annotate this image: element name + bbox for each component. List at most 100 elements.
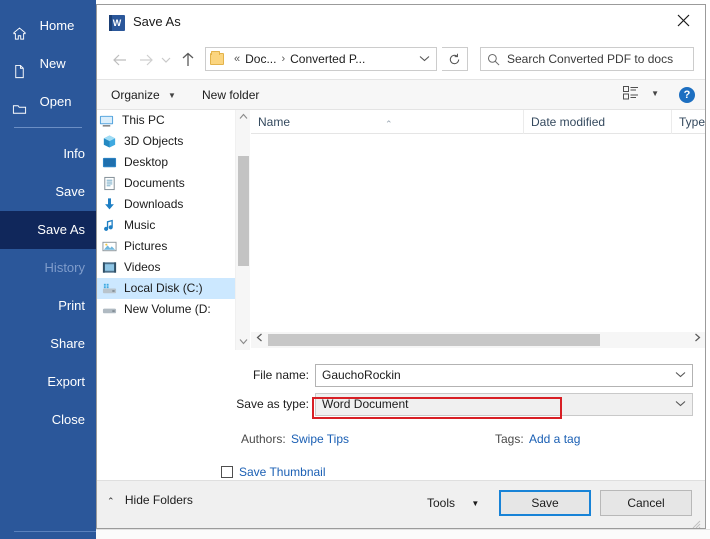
save-thumbnail-checkbox[interactable]	[221, 466, 233, 478]
close-button[interactable]	[661, 5, 705, 35]
nav-item-downloads[interactable]: Downloads	[97, 194, 235, 215]
chevron-down-icon	[161, 57, 171, 63]
column-header-type[interactable]: Type	[671, 110, 710, 134]
scroll-thumb[interactable]	[238, 156, 249, 266]
nav-item-this-pc[interactable]: This PC	[97, 110, 235, 131]
pictures-icon	[102, 239, 117, 254]
music-icon	[102, 218, 117, 233]
home-icon	[12, 18, 27, 40]
nav-item-local-disk-c[interactable]: Local Disk (C:)	[97, 278, 235, 299]
help-button[interactable]: ?	[679, 87, 695, 103]
breadcrumb-item-1[interactable]: Converted P...	[290, 52, 365, 66]
chevron-down-icon[interactable]	[675, 394, 686, 415]
save-as-type-label: Save as type:	[236, 397, 309, 411]
nav-item-3d-objects[interactable]: 3D Objects	[97, 131, 235, 152]
downloads-icon	[102, 197, 117, 212]
dialog-toolbar: Organize ▼ New folder ▼ ?	[97, 79, 705, 110]
back-button[interactable]	[109, 49, 131, 71]
file-list-column-headers: Name ⌃ Date modified Type	[251, 110, 705, 134]
nav-pane-scrollbar[interactable]	[235, 110, 250, 350]
breadcrumb-item-0[interactable]: Doc...	[245, 52, 276, 66]
column-header-label: Type	[679, 115, 706, 129]
backstage-footer-line	[14, 531, 96, 532]
new-folder-label: New folder	[202, 88, 260, 102]
sidebar-item-label: Info	[63, 146, 85, 161]
search-input[interactable]: Search Converted PDF to docs	[480, 47, 694, 71]
organize-button[interactable]: Organize ▼	[103, 80, 184, 110]
sidebar-item-open[interactable]: Open	[0, 82, 96, 120]
chevron-down-icon[interactable]	[675, 365, 686, 386]
sidebar-item-export[interactable]: Export	[0, 363, 96, 401]
file-name-label: File name:	[252, 368, 309, 382]
nav-item-desktop[interactable]: Desktop	[97, 152, 235, 173]
sidebar-item-history: History	[0, 249, 96, 287]
3d-objects-icon	[102, 134, 117, 149]
authors-label: Authors:	[241, 432, 286, 446]
forward-button	[135, 49, 157, 71]
add-a-tag-link[interactable]: Add a tag	[529, 428, 580, 450]
tools-button[interactable]: Tools ▼	[427, 491, 479, 515]
column-header-label: Name	[258, 115, 291, 129]
nav-item-documents[interactable]: Documents	[97, 173, 235, 194]
nav-item-label: Documents	[124, 176, 185, 190]
nav-item-pictures[interactable]: Pictures	[97, 236, 235, 257]
recent-locations-button[interactable]	[159, 49, 173, 71]
this-pc-icon	[99, 113, 114, 128]
address-dropdown-icon[interactable]	[419, 54, 430, 64]
scroll-right-button[interactable]	[689, 332, 705, 348]
up-button[interactable]	[177, 49, 199, 71]
scroll-left-button[interactable]	[251, 332, 267, 348]
address-bar[interactable]: « Doc... › Converted P...	[205, 47, 437, 71]
view-options-icon	[623, 86, 639, 100]
sidebar-item-print[interactable]: Print	[0, 287, 96, 325]
sidebar-item-save-as[interactable]: Save As	[0, 211, 96, 249]
dialog-title: Save As	[133, 14, 181, 29]
scroll-thumb[interactable]	[268, 334, 600, 346]
file-list-pane: Name ⌃ Date modified Type	[251, 110, 705, 350]
file-list-horizontal-scrollbar[interactable]	[251, 332, 705, 348]
save-thumbnail-label[interactable]: Save Thumbnail	[239, 462, 326, 482]
file-name-row: File name: GauchoRockin	[97, 364, 705, 387]
sidebar-item-info[interactable]: Info	[0, 135, 96, 173]
refresh-button[interactable]	[442, 47, 468, 71]
nav-item-label: Downloads	[124, 197, 184, 211]
navigation-pane: This PC 3D Objects Desktop Documents Dow…	[97, 110, 235, 332]
resize-grip[interactable]	[692, 516, 701, 529]
chevron-up-icon: ⌃	[107, 496, 115, 506]
sidebar-item-label: History	[44, 260, 85, 275]
file-name-input[interactable]: GauchoRockin	[315, 364, 693, 387]
sidebar-item-label: Home	[39, 17, 75, 33]
sidebar-item-home[interactable]: Home	[0, 6, 96, 44]
nav-item-videos[interactable]: Videos	[97, 257, 235, 278]
save-as-type-select[interactable]: Word Document	[315, 393, 693, 416]
save-button[interactable]: Save	[499, 490, 591, 516]
page-bottom-strip	[96, 529, 710, 539]
word-app-icon: W	[109, 15, 125, 31]
sidebar-item-new[interactable]: New	[0, 44, 96, 82]
chevron-down-icon: ▼	[471, 498, 480, 508]
dialog-title-bar: W Save As	[97, 5, 705, 41]
hide-folders-button[interactable]: ⌃ Hide Folders	[107, 493, 193, 507]
chevron-down-icon: ▼	[651, 88, 659, 98]
new-document-icon	[12, 56, 27, 79]
scroll-up-button[interactable]	[236, 110, 251, 125]
sidebar-item-save[interactable]: Save	[0, 173, 96, 211]
authors-value[interactable]: Swipe Tips	[291, 428, 349, 450]
column-header-name[interactable]: Name ⌃	[251, 110, 523, 134]
view-options-button[interactable]: ▼	[623, 86, 659, 100]
breadcrumb-overflow[interactable]: «	[234, 53, 240, 65]
sidebar-item-close[interactable]: Close	[0, 401, 96, 439]
nav-item-label: This PC	[122, 113, 165, 127]
sidebar-item-share[interactable]: Share	[0, 325, 96, 363]
new-folder-button[interactable]: New folder	[194, 80, 267, 110]
column-header-date-modified[interactable]: Date modified	[523, 110, 671, 134]
sidebar-item-label: Share	[50, 336, 85, 351]
nav-item-new-volume-d[interactable]: New Volume (D:	[97, 299, 235, 320]
sidebar-item-label: Close	[51, 412, 85, 427]
cancel-button[interactable]: Cancel	[600, 490, 692, 516]
nav-item-music[interactable]: Music	[97, 215, 235, 236]
arrow-right-icon	[140, 54, 153, 66]
close-icon	[677, 14, 689, 26]
scroll-down-button[interactable]	[236, 335, 251, 350]
file-list-items[interactable]	[251, 134, 705, 326]
